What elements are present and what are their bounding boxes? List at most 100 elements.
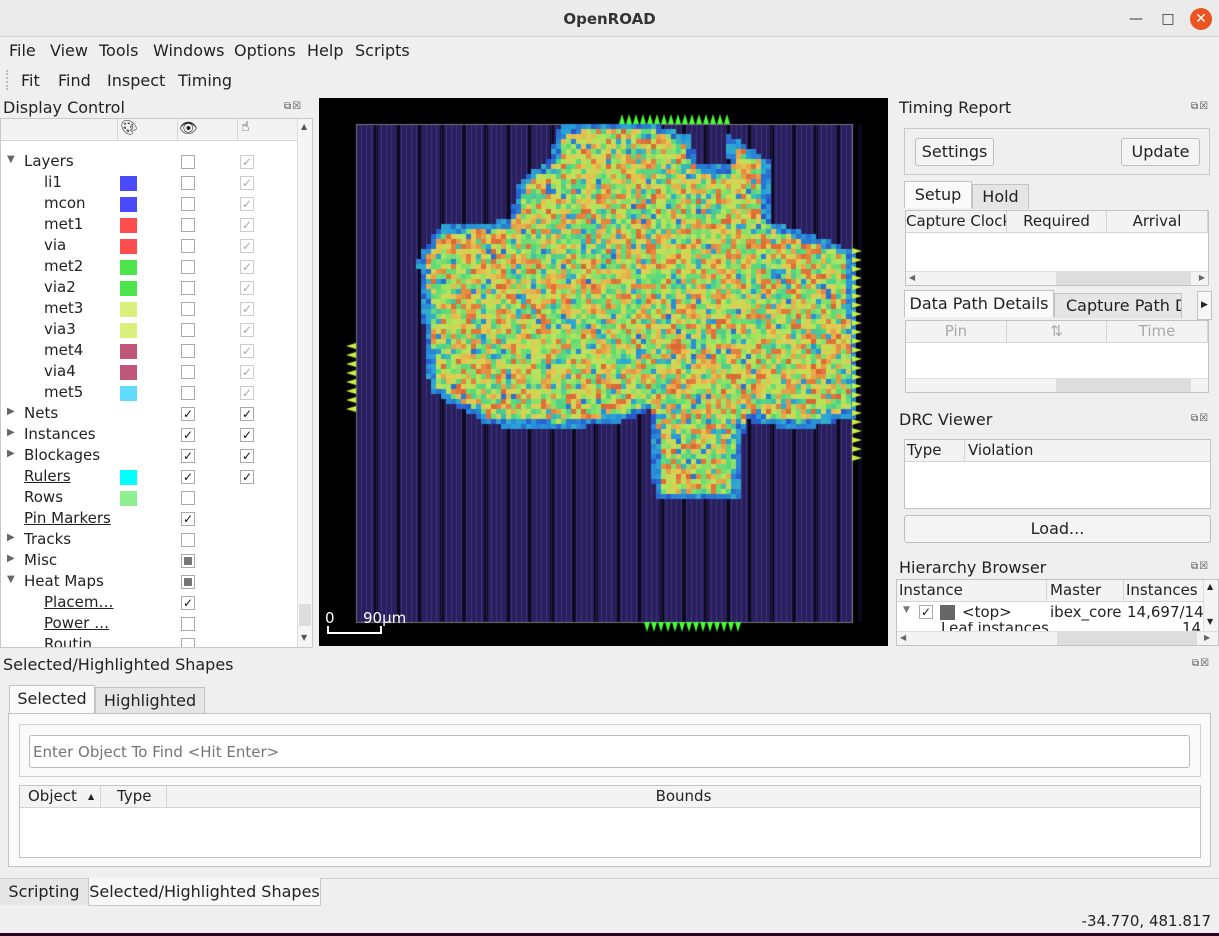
tab-scroll-right-icon[interactable]: ▶ — [1197, 291, 1212, 320]
visible-checkbox[interactable] — [181, 365, 195, 379]
toolbar-handle[interactable] — [6, 70, 9, 90]
color-swatch[interactable] — [120, 218, 137, 233]
color-swatch[interactable] — [120, 344, 137, 359]
visibility-checkbox[interactable]: ✓ — [919, 605, 933, 619]
visible-checkbox[interactable] — [181, 638, 195, 647]
selectable-checkbox[interactable]: ✓ — [240, 386, 254, 400]
expand-arrow-right-icon[interactable]: ▶ — [7, 427, 15, 438]
expand-arrow-down-icon[interactable]: ▼ — [7, 574, 15, 585]
col-type[interactable]: Type — [905, 440, 965, 462]
visible-checkbox[interactable] — [181, 302, 195, 316]
expand-arrow-right-icon[interactable]: ▶ — [7, 532, 15, 543]
hierarchy-row-top[interactable]: ▼ ✓ <top> ibex_core 14,697/14, — [897, 602, 1208, 623]
display-row-met5[interactable]: met5 ✓ — [1, 383, 297, 404]
visible-checkbox[interactable]: ✓ — [181, 449, 195, 463]
visible-checkbox[interactable]: ✓ — [181, 428, 195, 442]
menu-help[interactable]: Help — [307, 41, 343, 60]
selectable-checkbox[interactable]: ✓ — [240, 155, 254, 169]
selectable-checkbox[interactable]: ✓ — [240, 449, 254, 463]
horizontal-scrollbar[interactable] — [906, 378, 1208, 392]
display-row-nets[interactable]: ▶ Nets ✓ ✓ — [1, 404, 297, 425]
visible-checkbox[interactable] — [181, 617, 195, 631]
display-row-rulers[interactable]: Rulers ✓ ✓ — [1, 467, 297, 488]
col-arrival[interactable]: Arrival — [1107, 211, 1208, 233]
horizontal-scrollbar[interactable]: ◀ ▶ — [906, 271, 1208, 285]
display-row-pin-markers[interactable]: Pin Markers ✓ — [1, 509, 297, 530]
placement-heatmap-canvas[interactable] — [319, 98, 888, 646]
col-object[interactable]: Object ▲ — [20, 786, 101, 808]
fit-button[interactable]: Fit — [21, 71, 40, 90]
tab-capture-path-details[interactable]: Capture Path De — [1054, 293, 1182, 318]
col-required[interactable]: Required — [1007, 211, 1107, 233]
selectable-checkbox[interactable]: ✓ — [240, 302, 254, 316]
maximize-icon[interactable]: □ — [1157, 8, 1179, 30]
visible-checkbox[interactable] — [181, 218, 195, 232]
expand-arrow-right-icon[interactable]: ▶ — [7, 553, 15, 564]
visible-checkbox[interactable] — [181, 239, 195, 253]
selectable-checkbox[interactable]: ✓ — [240, 407, 254, 421]
visible-checkbox[interactable] — [181, 386, 195, 400]
color-swatch[interactable] — [120, 239, 137, 254]
col-instances[interactable]: Instances — [1124, 580, 1204, 602]
selectable-checkbox[interactable]: ✓ — [240, 218, 254, 232]
color-swatch[interactable] — [120, 260, 137, 275]
color-swatch[interactable] — [120, 470, 137, 485]
tab-hold[interactable]: Hold — [972, 184, 1029, 209]
tab-selected-highlighted-shapes[interactable]: Selected/Highlighted Shapes — [88, 878, 321, 906]
tab-highlighted[interactable]: Highlighted — [95, 687, 205, 714]
display-row-power[interactable]: Power … — [1, 614, 297, 635]
selectable-checkbox[interactable]: ✓ — [240, 176, 254, 190]
dock-float-close-icons[interactable]: ⧉☒ — [1192, 658, 1210, 669]
color-swatch[interactable] — [120, 281, 137, 296]
display-row-layers[interactable]: ▼ Layers ✓ — [1, 152, 297, 173]
visible-checkbox[interactable]: ✓ — [181, 470, 195, 484]
selectable-checkbox[interactable]: ✓ — [240, 239, 254, 253]
expand-arrow-right-icon[interactable]: ▶ — [7, 448, 15, 459]
display-row-routin[interactable]: Routin… — [1, 635, 297, 647]
display-row-rows[interactable]: Rows — [1, 488, 297, 509]
menu-scripts[interactable]: Scripts — [355, 41, 410, 60]
menu-windows[interactable]: Windows — [153, 41, 224, 60]
settings-button[interactable]: Settings — [915, 138, 994, 166]
display-row-tracks[interactable]: ▶ Tracks — [1, 530, 297, 551]
expand-arrow-down-icon[interactable]: ▼ — [7, 154, 15, 165]
find-object-input[interactable] — [29, 735, 1190, 768]
horizontal-scrollbar[interactable]: ◀ ▶ — [897, 631, 1218, 645]
selectable-checkbox[interactable]: ✓ — [240, 344, 254, 358]
layout-viewer[interactable]: 0 90μm — [319, 98, 888, 646]
display-row-met2[interactable]: met2 ✓ — [1, 257, 297, 278]
color-swatch[interactable] — [120, 365, 137, 380]
expand-arrow-right-icon[interactable]: ▶ — [7, 406, 15, 417]
selectable-checkbox[interactable]: ✓ — [240, 365, 254, 379]
color-swatch[interactable] — [120, 197, 137, 212]
menu-file[interactable]: File — [9, 41, 36, 60]
visible-checkbox[interactable]: ✓ — [181, 407, 195, 421]
display-row-met4[interactable]: met4 ✓ — [1, 341, 297, 362]
col-bounds[interactable]: Bounds — [167, 786, 1200, 808]
visible-checkbox[interactable] — [181, 260, 195, 274]
inspect-button[interactable]: Inspect — [107, 71, 165, 90]
color-swatch[interactable] — [120, 323, 137, 338]
selectable-checkbox[interactable]: ✓ — [240, 260, 254, 274]
display-row-via[interactable]: via ✓ — [1, 236, 297, 257]
close-icon[interactable]: ✕ — [1190, 8, 1212, 30]
vertical-scrollbar[interactable]: ▲ ▼ — [297, 119, 312, 647]
menu-tools[interactable]: Tools — [99, 41, 138, 60]
visible-checkbox[interactable] — [181, 155, 195, 169]
display-row-via2[interactable]: via2 ✓ — [1, 278, 297, 299]
tab-selected[interactable]: Selected — [9, 685, 95, 714]
col-master[interactable]: Master — [1047, 580, 1124, 602]
color-swatch[interactable] — [120, 386, 137, 401]
find-button[interactable]: Find — [58, 71, 91, 90]
dock-float-close-icons[interactable]: ⧉☒ — [1191, 561, 1209, 572]
minimize-icon[interactable]: — — [1125, 8, 1147, 30]
col-pin[interactable]: Pin — [906, 321, 1007, 343]
dock-float-close-icons[interactable]: ⧉☒ — [284, 101, 302, 112]
display-row-met1[interactable]: met1 ✓ — [1, 215, 297, 236]
visible-checkbox[interactable] — [181, 323, 195, 337]
visible-checkbox[interactable] — [181, 176, 195, 190]
col-violation[interactable]: Violation — [965, 440, 1210, 462]
visible-checkbox[interactable] — [181, 197, 195, 211]
tab-data-path-details[interactable]: Data Path Details — [904, 290, 1054, 317]
display-row-placem[interactable]: Placem… ✓ — [1, 593, 297, 614]
